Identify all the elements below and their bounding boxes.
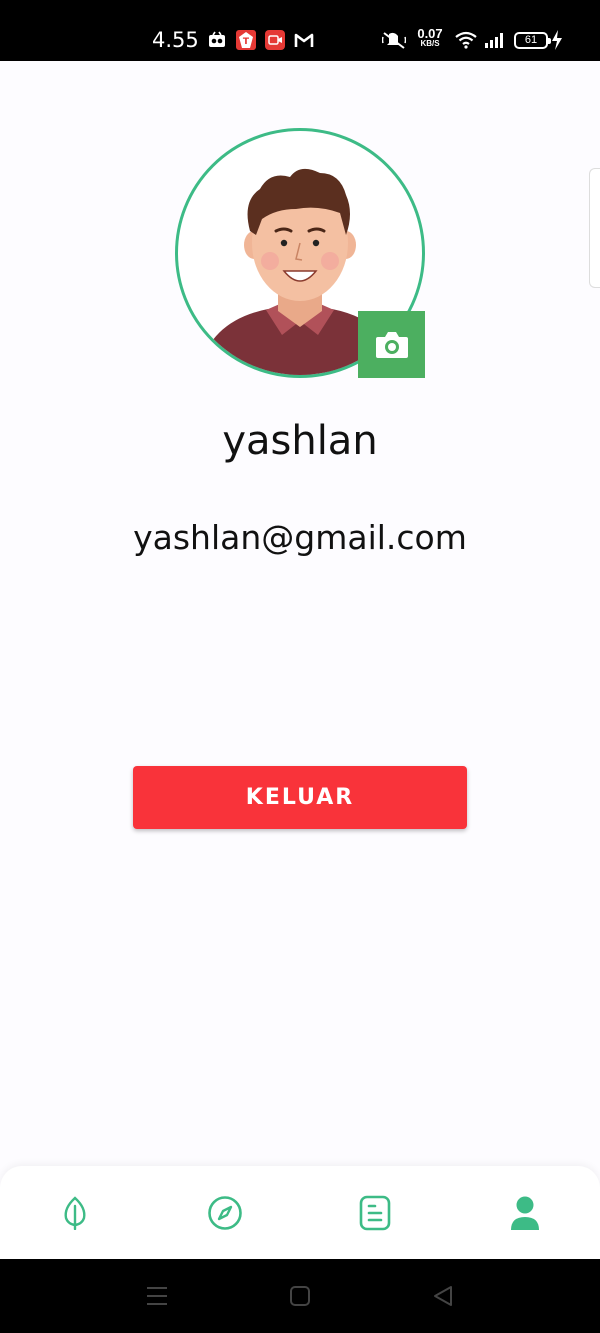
svg-text:T: T — [243, 37, 250, 47]
net-speed-unit: KB/S — [420, 39, 440, 48]
nav-item-explore[interactable] — [150, 1166, 300, 1259]
signal-icon — [482, 30, 506, 50]
back-triangle-icon — [434, 1286, 452, 1306]
notification-app-icon — [207, 30, 227, 50]
recent-apps-button[interactable] — [142, 1281, 172, 1311]
wifi-icon — [454, 30, 478, 50]
user-icon — [511, 1196, 539, 1230]
nav-item-home[interactable] — [0, 1166, 150, 1259]
bottom-navigation — [0, 1166, 600, 1259]
battery-indicator: 61 — [514, 32, 551, 49]
notification-t-icon: T — [235, 30, 257, 50]
menu-icon — [147, 1287, 167, 1305]
gmail-icon — [293, 30, 315, 50]
leaf-icon — [64, 1195, 86, 1230]
charging-icon — [550, 30, 564, 50]
mute-icon — [381, 30, 407, 50]
document-icon — [359, 1195, 391, 1230]
change-photo-button[interactable] — [358, 311, 425, 378]
back-button[interactable] — [428, 1281, 458, 1311]
nav-item-profile[interactable] — [450, 1166, 600, 1259]
camera-icon — [375, 331, 408, 358]
logout-button[interactable]: KELUAR — [133, 766, 467, 829]
profile-avatar-container — [175, 128, 425, 378]
compass-icon — [208, 1195, 242, 1230]
notification-video-icon — [264, 30, 286, 50]
nav-item-articles[interactable] — [300, 1166, 450, 1259]
net-speed: 0.07 KB/S — [415, 27, 445, 48]
status-bar: 4.55 T 0.07 KB/S 61 — [0, 0, 600, 61]
profile-username: yashlan — [222, 418, 378, 464]
status-time: 4.55 — [152, 28, 199, 52]
home-button[interactable] — [285, 1281, 315, 1311]
system-navigation-bar — [0, 1259, 600, 1333]
edge-panel-handle[interactable] — [589, 168, 600, 288]
home-square-icon — [290, 1286, 310, 1306]
profile-email: yashlan@gmail.com — [133, 518, 467, 557]
